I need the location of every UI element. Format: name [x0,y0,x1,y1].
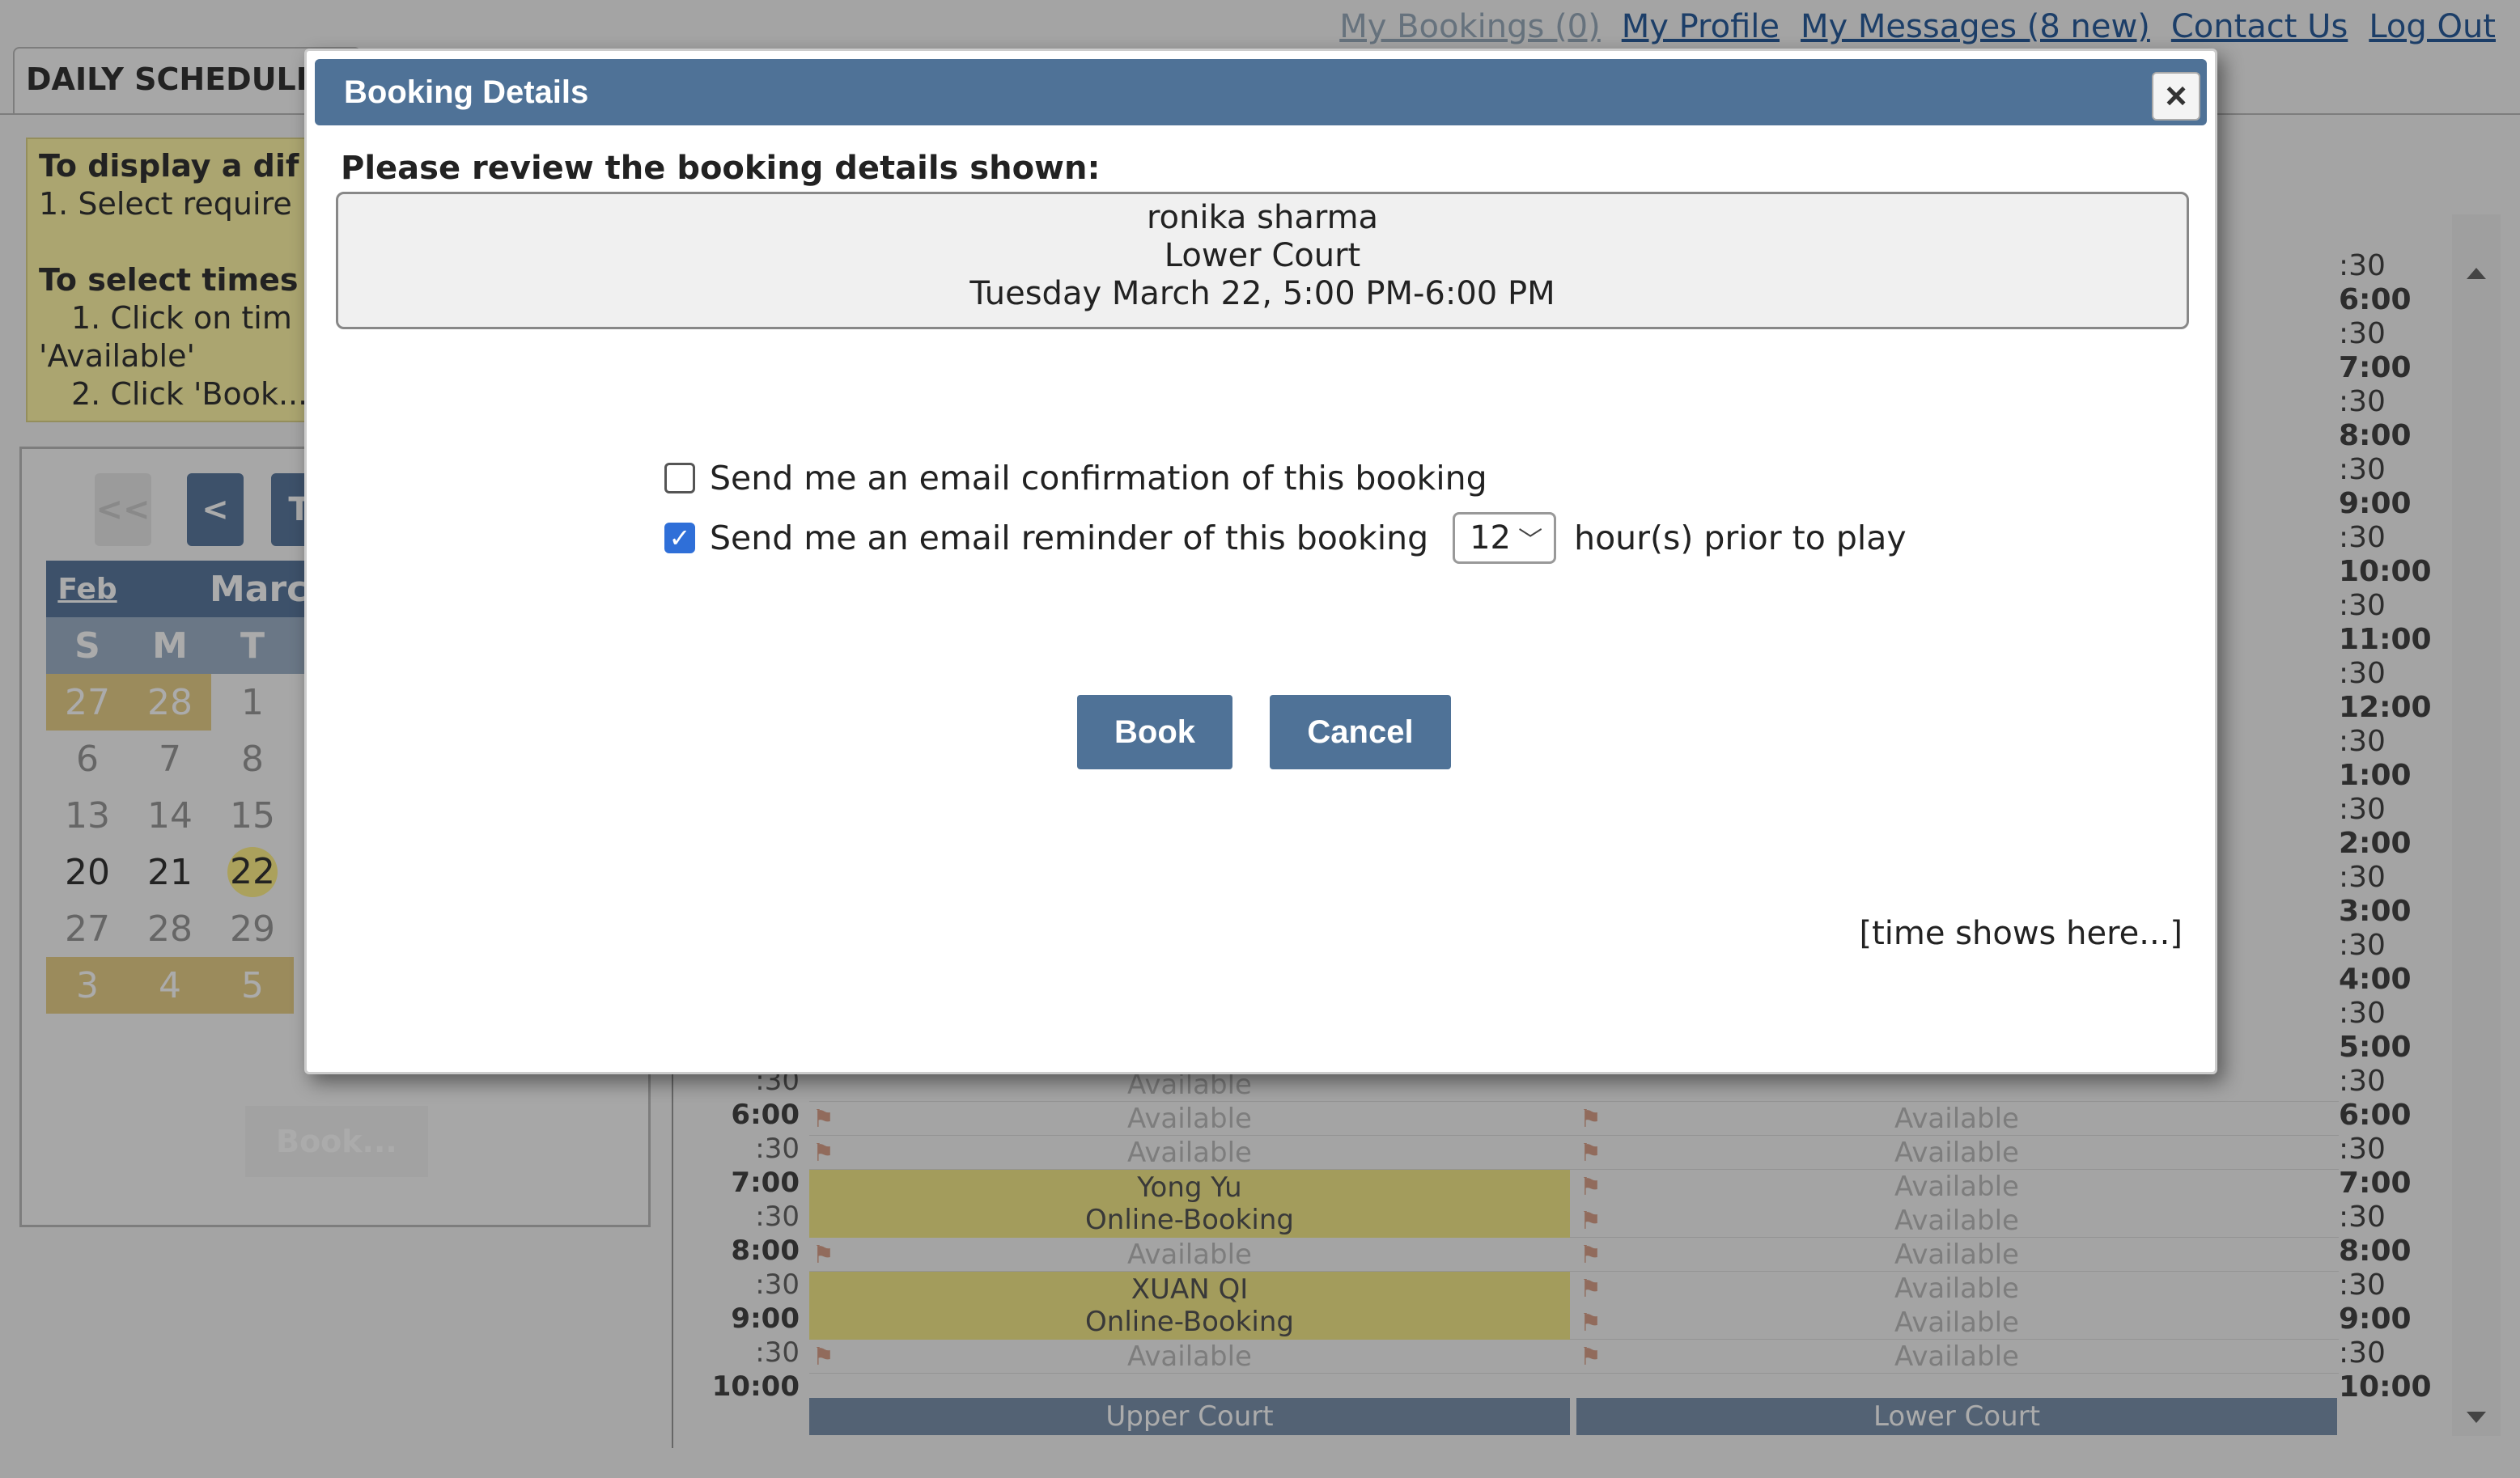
booking-details-dialog: Booking Details × Please review the book… [304,49,2217,1074]
chevron-down-icon: ﹀ [1518,527,1543,555]
book-button[interactable]: Book [1077,695,1232,769]
time-placeholder: [time shows here...] [1859,915,2183,952]
reminder-checkbox[interactable]: ✓ [664,523,695,553]
booking-court: Lower Court [1164,237,1361,274]
reminder-suffix: hour(s) prior to play [1574,519,1907,557]
booking-datetime: Tuesday March 22, 5:00 PM-6:00 PM [969,275,1555,312]
dialog-titlebar: Booking Details × [315,59,2207,125]
booking-summary-box: ronika sharma Lower Court Tuesday March … [336,192,2189,329]
confirmation-label: Send me an email confirmation of this bo… [710,459,1487,498]
review-prompt: Please review the booking details shown: [341,150,1101,187]
cancel-button[interactable]: Cancel [1270,695,1451,769]
booking-name: ronika sharma [1146,199,1379,236]
confirmation-checkbox[interactable] [664,463,695,493]
reminder-option: ✓ Send me an email reminder of this book… [664,512,1907,564]
close-icon[interactable]: × [2152,72,2200,121]
confirmation-option: Send me an email confirmation of this bo… [664,459,1487,498]
reminder-hours-select[interactable]: 12 ﹀ [1453,512,1557,564]
reminder-label: Send me an email reminder of this bookin… [710,519,1429,557]
dialog-title: Booking Details [344,74,589,110]
